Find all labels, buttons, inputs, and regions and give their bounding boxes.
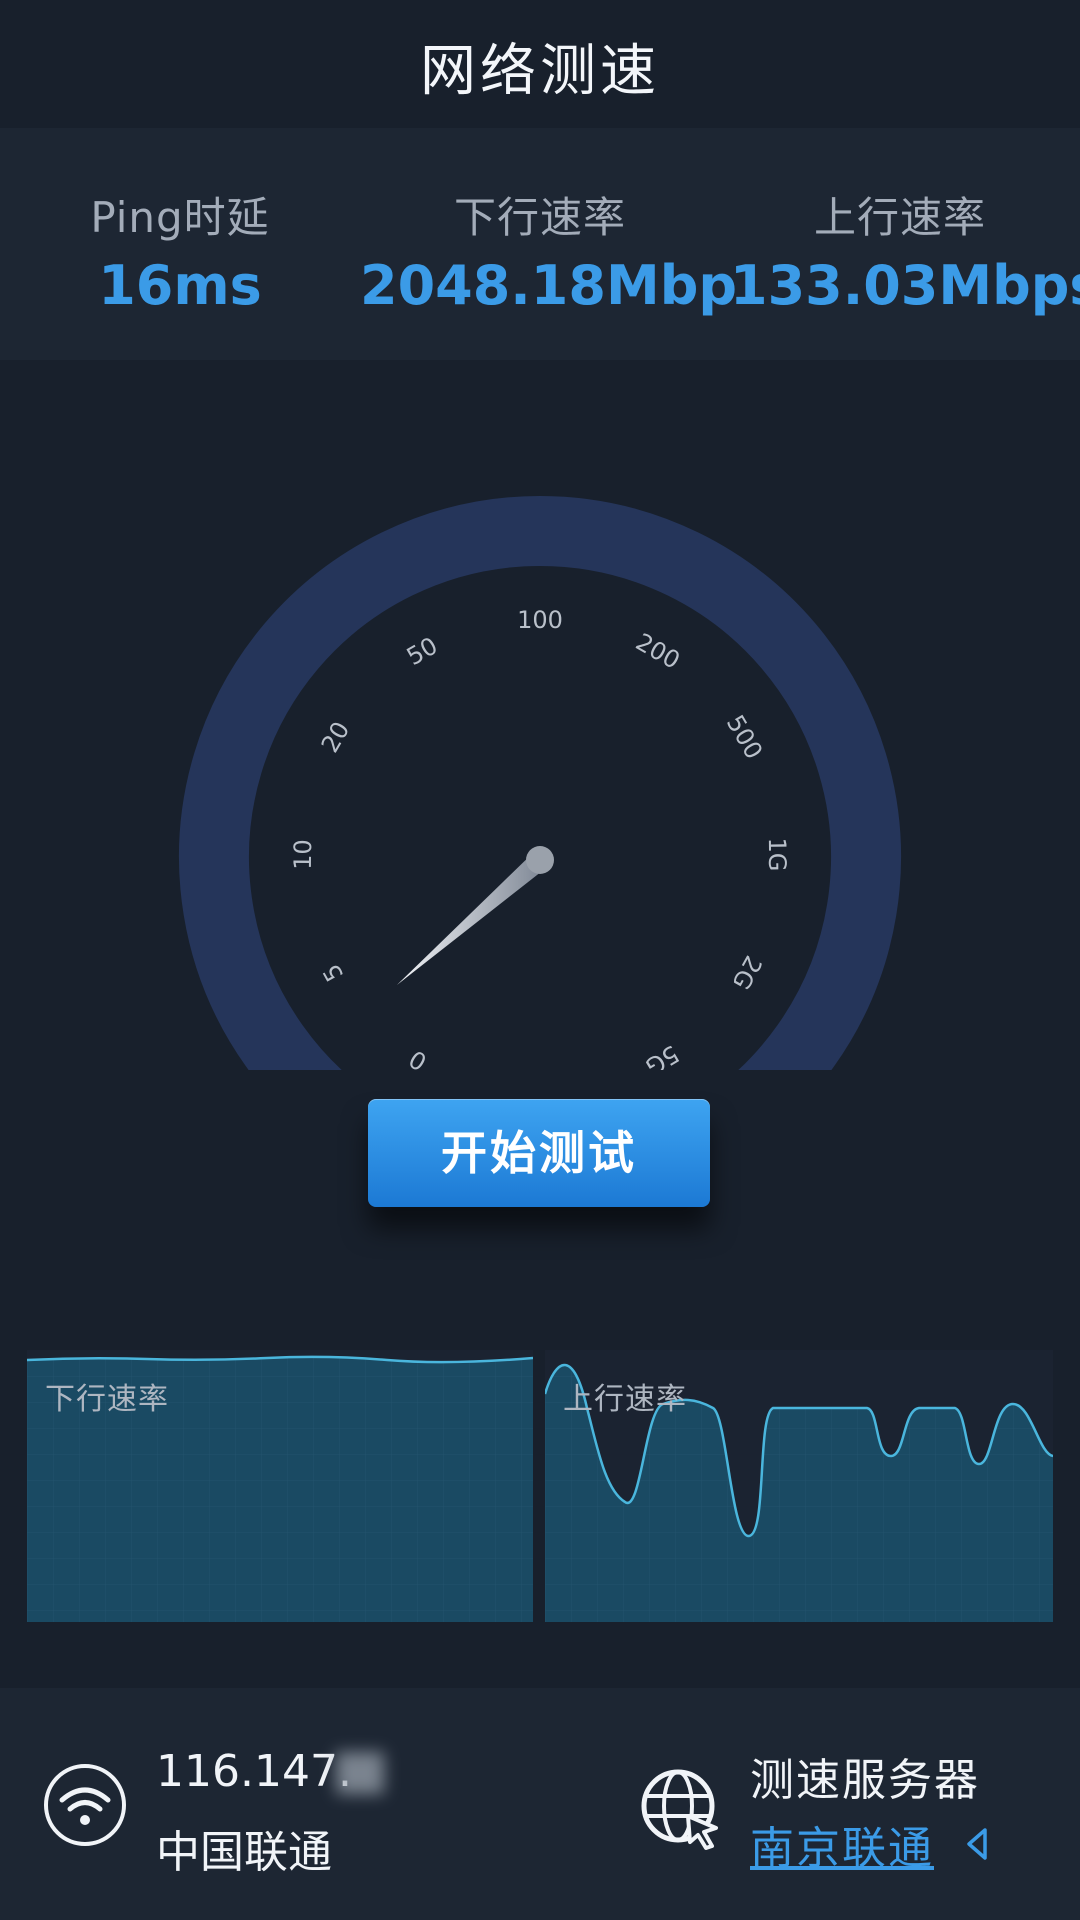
isp-name: 中国联通 [156,1827,332,1878]
server-select-link[interactable]: 南京联通 [750,1812,934,1876]
gauge-tick-label: 5 [317,959,349,986]
gauge-tick-label: 1G [763,837,791,871]
upload-label: 上行速率 [813,193,986,242]
gauge-tick-label: 50 [402,632,442,671]
upload-graph-label: 上行速率 [563,1382,687,1417]
gauge-tick-label: 0 [404,1044,432,1070]
download-stat: 下行速率 2048.18Mbp [360,128,737,360]
ping-label: Ping时延 [90,193,270,242]
gauge-tick-label: 5G [640,1039,683,1070]
globe-cursor-icon[interactable] [636,1764,724,1852]
footer-panel: 116.147. 中国联通 测速服务器 南京联通 [0,1688,1080,1920]
wifi-icon [44,1764,126,1846]
download-graph-label: 下行速率 [45,1382,169,1417]
gauge-needle [396,852,547,985]
ip-address: 116.147. [156,1746,352,1797]
stats-panel: Ping时延 16ms 下行速率 2048.18Mbp 上行速率 133.03M… [0,128,1080,360]
caret-left-icon[interactable] [965,1826,989,1862]
ping-stat: Ping时延 16ms [40,128,320,360]
gauge-tick-label: 500 [721,710,768,764]
ip-redaction [336,1752,384,1794]
server-label: 测速服务器 [750,1755,980,1806]
start-test-button[interactable]: 开始测试 [368,1099,710,1207]
download-graph: 下行速率 [27,1350,533,1622]
ping-value: 16ms [98,254,262,317]
download-value: 2048.18Mbp [360,254,737,317]
title-bar: 网络测速 [0,0,1080,128]
upload-graph: 上行速率 [545,1350,1053,1622]
download-label: 下行速率 [453,193,626,242]
gauge-tick-label: 200 [631,628,685,675]
gauge-tick-label: 100 [517,606,563,634]
speedtest-screen: 网络测速 Ping时延 16ms 下行速率 2048.18Mbp 上行速率 13… [0,0,1080,1920]
gauge-dial: 0 5 10 20 50 100 200 500 1G 2G 5G [179,496,901,1070]
gauge-needle-hub [526,846,554,874]
gauge-tick-label: 20 [316,717,356,758]
upload-value: 133.03Mbps [730,254,1080,317]
gauge-tick-label: 2G [726,951,767,994]
upload-stat: 上行速率 133.03Mbps [730,128,1080,360]
page-title: 网络测速 [420,39,660,104]
speed-gauge: 0 5 10 20 50 100 200 500 1G 2G 5G [0,430,1080,1070]
gauge-tick-label: 10 [289,839,317,870]
